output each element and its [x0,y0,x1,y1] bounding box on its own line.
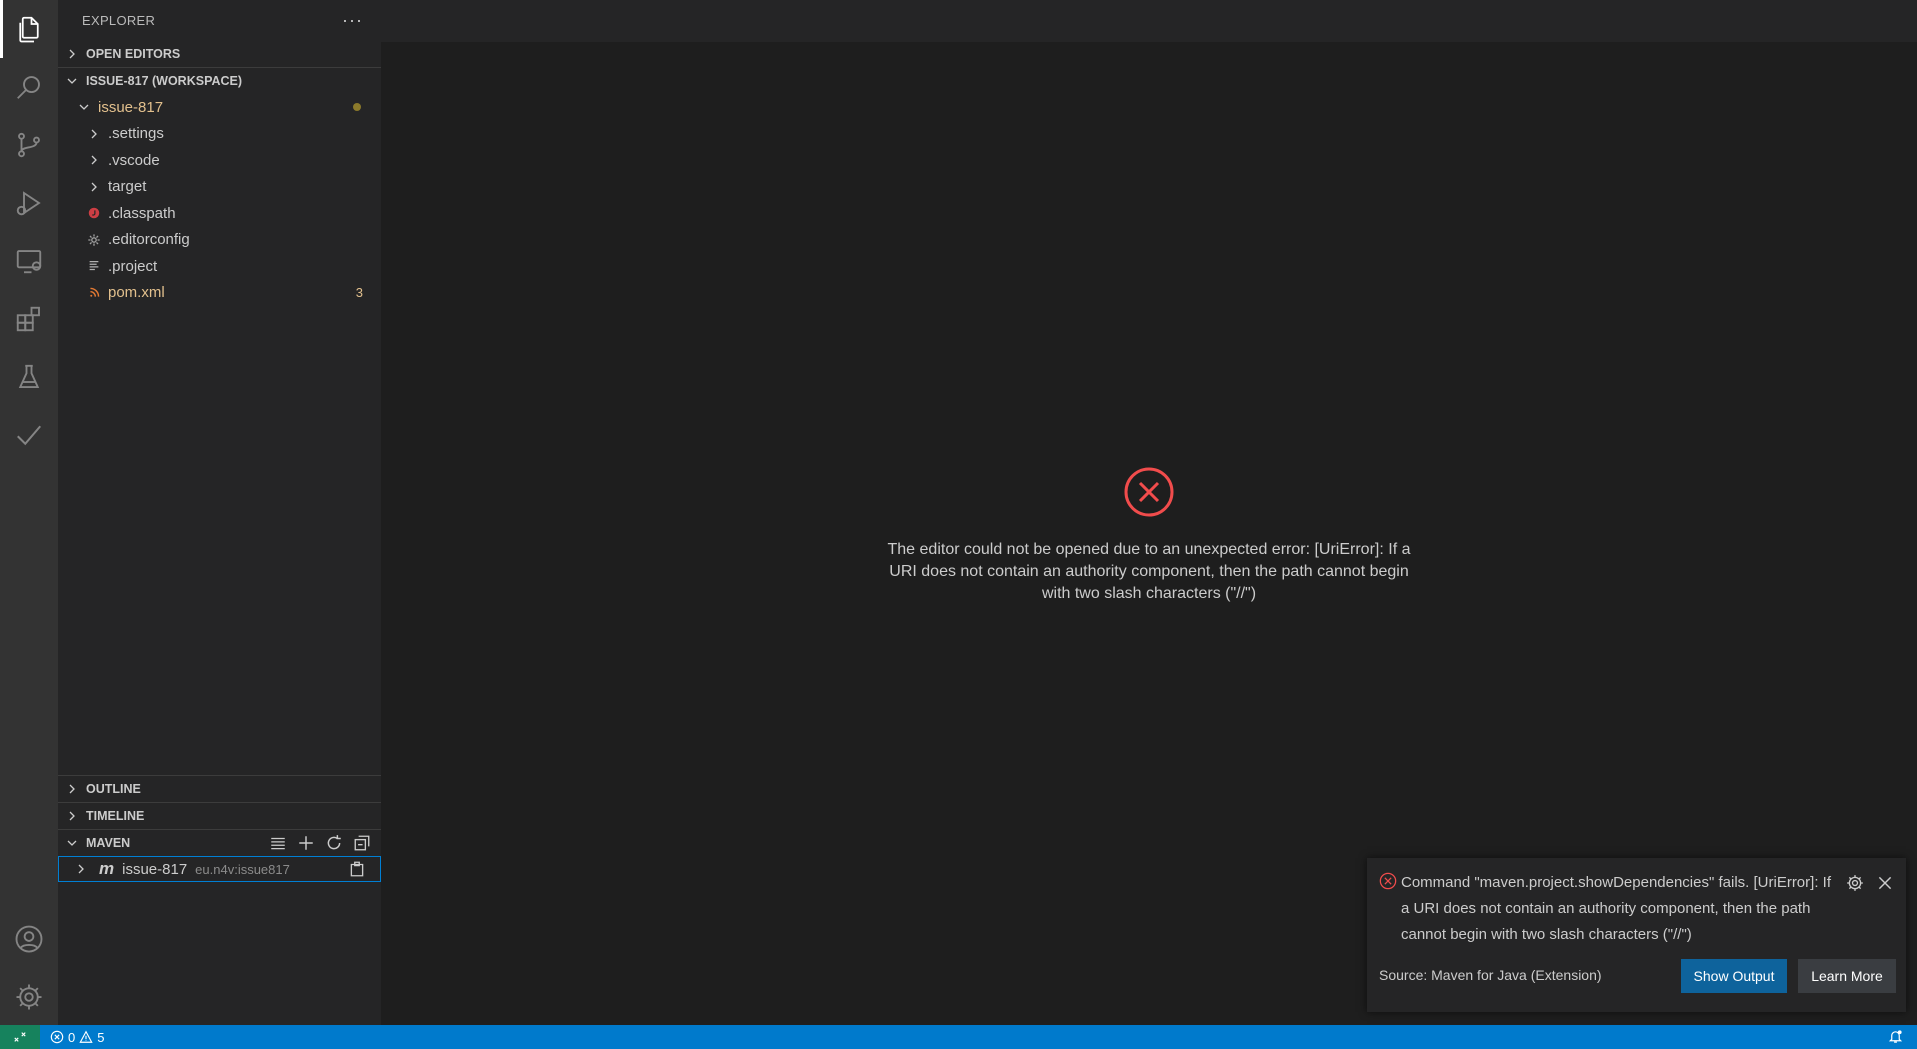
problems-indicator[interactable]: 0 5 [50,1030,104,1045]
warning-icon [79,1030,93,1043]
section-label: OUTLINE [86,782,141,796]
chevron-right-icon [64,46,80,62]
error-count: 0 [68,1029,76,1045]
chevron-right-icon [86,152,102,168]
tree-item-project[interactable]: .project [58,253,381,280]
maven-toolbar [269,834,381,852]
search-icon[interactable] [0,58,58,116]
show-output-button[interactable]: Show Output [1681,959,1787,993]
modified-dot [353,103,361,112]
notification-message: Command "maven.project.showDependencies"… [1401,874,1831,943]
text-file-icon [86,258,102,274]
explorer-icon[interactable] [0,0,58,58]
chevron-down-icon [64,835,80,851]
notifications-bell-icon[interactable] [1888,1029,1903,1047]
maven-project-name: issue-817 [122,860,188,878]
extensions-icon[interactable] [0,290,58,348]
outline-section[interactable]: OUTLINE [58,775,381,802]
notification-source: Source: Maven for Java (Extension) [1379,967,1602,983]
chevron-right-icon [86,179,102,195]
tree-item-label: .editorconfig [108,231,190,249]
editor-tab-bar [381,0,1917,42]
refresh-icon[interactable] [325,834,343,852]
java-file-icon [86,205,102,221]
maven-project-row[interactable]: m issue-817 eu.n4v:issue817 [58,856,381,882]
tree-item-pom-xml[interactable]: pom.xml 3 [58,280,381,307]
sidebar-header: EXPLORER ··· [58,0,381,40]
plus-icon[interactable] [297,834,315,852]
status-bar: 0 5 [0,1025,1917,1049]
editor-error: The editor could not be opened due to an… [381,466,1917,605]
testing-icon[interactable] [0,348,58,406]
tree-item-vscode[interactable]: .vscode [58,147,381,174]
remote-indicator[interactable] [0,1025,40,1049]
error-icon [1124,467,1174,517]
gear-icon[interactable] [1846,874,1864,892]
sidebar-title: EXPLORER [82,12,156,28]
learn-more-button[interactable]: Learn More [1798,959,1896,993]
notification-toast: Command "maven.project.showDependencies"… [1367,858,1906,1012]
tree-item-label: issue-817 [98,98,164,116]
section-label: TIMELINE [86,809,145,823]
rss-file-icon [86,285,102,301]
more-actions-icon[interactable]: ··· [342,10,363,31]
remote-icon [14,1032,26,1042]
gear-icon[interactable] [0,968,58,1026]
open-editors-section[interactable]: OPEN EDITORS [58,40,381,67]
tree-item-label: .project [108,257,158,275]
remote-explorer-icon[interactable] [0,232,58,290]
tree-item-classpath[interactable]: .classpath [58,200,381,227]
tree-item-label: .classpath [108,204,176,222]
workspace-section[interactable]: ISSUE-817 (WORKSPACE) [58,67,381,94]
explorer-sidebar: EXPLORER ··· OPEN EDITORS ISSUE-817 (WOR… [58,0,381,1025]
gear-file-icon [86,232,102,248]
section-label: ISSUE-817 (WORKSPACE) [86,74,243,88]
source-control-icon[interactable] [0,116,58,174]
section-label: MAVEN [86,836,131,850]
account-icon[interactable] [0,910,58,968]
warning-count: 5 [97,1029,105,1045]
collapse-all-icon[interactable] [353,834,371,852]
activity-bar [0,0,58,1025]
tree-item-editorconfig[interactable]: .editorconfig [58,227,381,254]
tree-item-issue-817[interactable]: issue-817 [58,94,381,121]
editor-error-message: The editor could not be opened due to an… [887,541,1411,602]
tree-item-target[interactable]: target [58,174,381,201]
maven-section[interactable]: MAVEN [58,829,381,856]
chevron-right-icon [86,126,102,142]
timeline-section[interactable]: TIMELINE [58,802,381,829]
chevron-right-icon [64,808,80,824]
maven-m-icon: m [99,859,115,878]
maven-project-id: eu.n4v:issue817 [195,861,290,877]
section-label: OPEN EDITORS [86,46,181,61]
problem-count-badge: 3 [355,285,363,301]
chevron-down-icon [64,73,80,89]
tree-item-label: target [108,178,147,196]
error-icon [50,1030,64,1044]
tree-item-label: .settings [108,125,164,143]
tree-item-settings[interactable]: .settings [58,121,381,148]
chevron-right-icon [73,861,89,877]
run-debug-icon[interactable] [0,174,58,232]
chevron-down-icon [76,99,92,115]
tree-item-label: .vscode [108,151,160,169]
tree-item-label: pom.xml [108,284,165,302]
chevron-right-icon [64,781,80,797]
list-icon[interactable] [269,834,287,852]
open-pom-icon[interactable] [348,860,366,882]
check-icon[interactable] [0,406,58,464]
close-icon[interactable] [1876,874,1894,892]
error-icon [1379,872,1401,948]
